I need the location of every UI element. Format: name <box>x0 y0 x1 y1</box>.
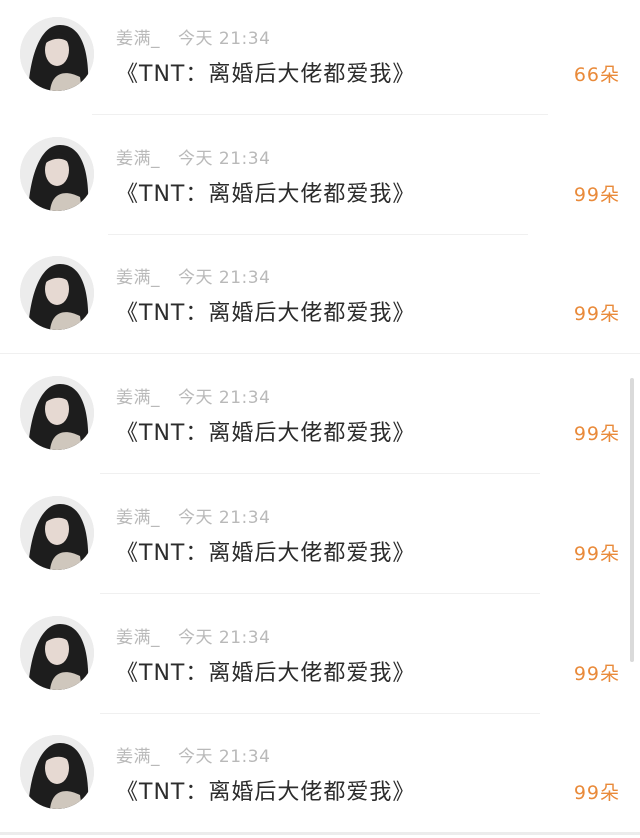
sender-name: 姜满_ <box>116 149 160 169</box>
avatar[interactable] <box>20 616 94 690</box>
avatar-photo-icon <box>20 137 94 211</box>
avatar-photo-icon <box>20 256 94 330</box>
message-title: 《TNT：离婚后大佬都爱我》 <box>116 661 416 686</box>
message-list: 姜满_ 今天 21:34 《TNT：离婚后大佬都爱我》 66朵 姜满_ 今天 21:… <box>0 0 640 835</box>
avatar[interactable] <box>20 137 94 211</box>
avatar-photo-icon <box>20 735 94 809</box>
timestamp: 今天 21:34 <box>178 388 271 408</box>
message-title: 《TNT：离婚后大佬都爱我》 <box>116 541 416 566</box>
list-item[interactable]: 姜满_ 今天 21:34 《TNT：离婚后大佬都爱我》 66朵 <box>0 0 640 120</box>
gift-count: 99朵 <box>573 543 620 565</box>
avatar[interactable] <box>20 256 94 330</box>
message-title: 《TNT：离婚后大佬都爱我》 <box>116 182 416 207</box>
divider <box>108 234 528 235</box>
list-item[interactable]: 姜满_ 今天 21:34 《TNT：离婚后大佬都爱我》 99朵 <box>0 479 640 599</box>
sender-name: 姜满_ <box>116 628 160 648</box>
avatar[interactable] <box>20 735 94 809</box>
gift-count: 99朵 <box>573 184 620 206</box>
sender-name: 姜满_ <box>116 268 160 288</box>
timestamp: 今天 21:34 <box>178 628 271 648</box>
list-item[interactable]: 姜满_ 今天 21:34 《TNT：离婚后大佬都爱我》 99朵 <box>0 239 640 359</box>
message-meta: 姜满_ 今天 21:34 <box>116 742 270 767</box>
divider <box>100 713 540 714</box>
message-meta: 姜满_ 今天 21:34 <box>116 503 270 528</box>
gift-count: 66朵 <box>573 64 620 86</box>
timestamp: 今天 21:34 <box>178 29 271 49</box>
gift-count: 99朵 <box>573 663 620 685</box>
divider <box>100 473 540 474</box>
message-title: 《TNT：离婚后大佬都爱我》 <box>116 62 416 87</box>
sender-name: 姜满_ <box>116 29 160 49</box>
timestamp: 今天 21:34 <box>178 508 271 528</box>
message-meta: 姜满_ 今天 21:34 <box>116 623 270 648</box>
list-item[interactable]: 姜满_ 今天 21:34 《TNT：离婚后大佬都爱我》 99朵 <box>0 718 640 838</box>
message-meta: 姜满_ 今天 21:34 <box>116 24 270 49</box>
timestamp: 今天 21:34 <box>178 747 271 767</box>
avatar[interactable] <box>20 376 94 450</box>
message-title: 《TNT：离婚后大佬都爱我》 <box>116 301 416 326</box>
avatar-photo-icon <box>20 376 94 450</box>
avatar[interactable] <box>20 17 94 91</box>
message-meta: 姜满_ 今天 21:34 <box>116 263 270 288</box>
message-meta: 姜满_ 今天 21:34 <box>116 383 270 408</box>
gift-count: 99朵 <box>573 782 620 804</box>
sender-name: 姜满_ <box>116 747 160 767</box>
avatar[interactable] <box>20 496 94 570</box>
avatar-photo-icon <box>20 496 94 570</box>
sender-name: 姜满_ <box>116 388 160 408</box>
avatar-photo-icon <box>20 616 94 690</box>
message-meta: 姜满_ 今天 21:34 <box>116 144 270 169</box>
gift-count: 99朵 <box>573 423 620 445</box>
divider <box>0 353 640 354</box>
message-title: 《TNT：离婚后大佬都爱我》 <box>116 421 416 446</box>
timestamp: 今天 21:34 <box>178 268 271 288</box>
sender-name: 姜满_ <box>116 508 160 528</box>
divider <box>100 593 540 594</box>
list-item[interactable]: 姜满_ 今天 21:34 《TNT：离婚后大佬都爱我》 99朵 <box>0 120 640 240</box>
message-title: 《TNT：离婚后大佬都爱我》 <box>116 780 416 805</box>
list-item[interactable]: 姜满_ 今天 21:34 《TNT：离婚后大佬都爱我》 99朵 <box>0 359 640 479</box>
avatar-photo-icon <box>20 17 94 91</box>
gift-count: 99朵 <box>573 303 620 325</box>
timestamp: 今天 21:34 <box>178 149 271 169</box>
scrollbar[interactable] <box>630 378 634 662</box>
divider <box>92 114 548 115</box>
list-item[interactable]: 姜满_ 今天 21:34 《TNT：离婚后大佬都爱我》 99朵 <box>0 599 640 719</box>
